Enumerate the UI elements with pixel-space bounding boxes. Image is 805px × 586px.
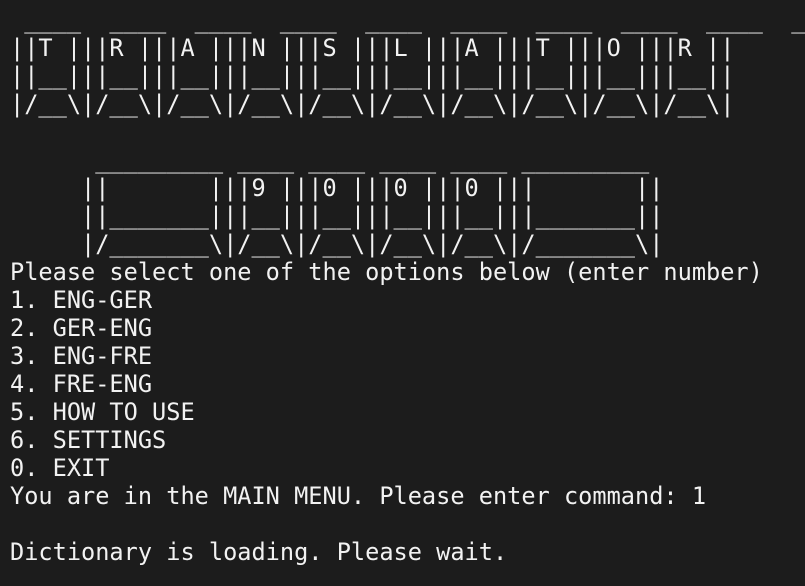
menu-item-eng-ger[interactable]: 1. ENG-GER <box>10 286 805 314</box>
menu-prompt: Please select one of the options below (… <box>10 258 763 286</box>
loading-message: Dictionary is loading. Please wait. <box>10 538 508 566</box>
version-9000-banner: _________ ____ ____ ____ ____ _________ … <box>81 146 664 258</box>
translator-title-banner: ____ ____ ____ ____ ____ ____ ____ ____ … <box>10 6 805 118</box>
menu-item-settings[interactable]: 6. SETTINGS <box>10 426 805 454</box>
menu-item-eng-fre[interactable]: 3. ENG-FRE <box>10 342 805 370</box>
menu-item-exit[interactable]: 0. EXIT <box>10 454 805 482</box>
terminal-window: ____ ____ ____ ____ ____ ____ ____ ____ … <box>0 0 805 586</box>
menu-item-fre-eng[interactable]: 4. FRE-ENG <box>10 370 805 398</box>
menu-item-how-to-use[interactable]: 5. HOW TO USE <box>10 398 805 426</box>
banner-spacer <box>10 118 805 146</box>
menu-item-ger-eng[interactable]: 2. GER-ENG <box>10 314 805 342</box>
command-input-value[interactable]: 1 <box>692 482 706 510</box>
command-prompt-label: You are in the MAIN MENU. Please enter c… <box>10 482 692 510</box>
command-prompt-line[interactable]: You are in the MAIN MENU. Please enter c… <box>10 482 805 510</box>
status-spacer <box>10 510 805 538</box>
